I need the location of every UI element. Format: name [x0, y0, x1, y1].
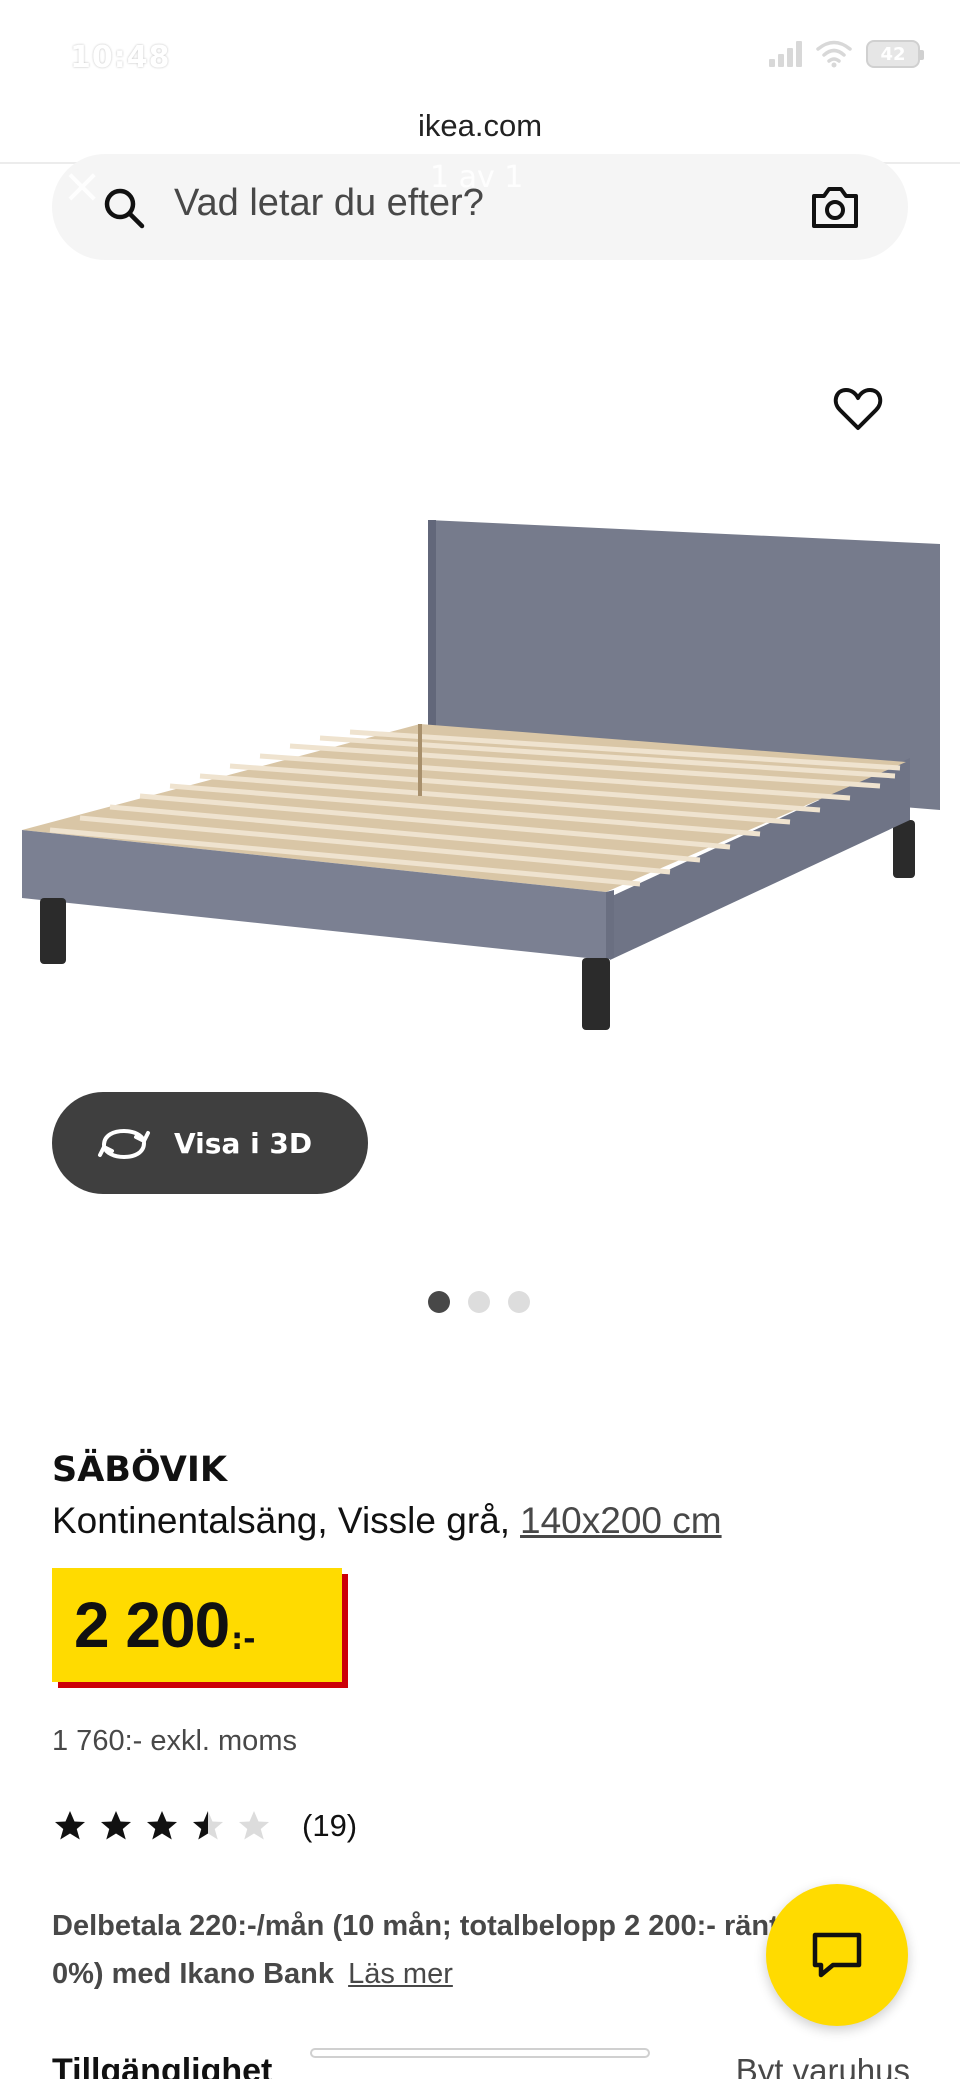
status-time: 10:48: [70, 40, 171, 75]
price-value: 2 200: [74, 1589, 230, 1661]
battery-icon: 42: [866, 40, 924, 68]
rating[interactable]: (19): [52, 1808, 357, 1844]
image-counter: 1 av 1: [430, 160, 524, 195]
view-3d-button[interactable]: Visa i 3D: [52, 1092, 368, 1194]
star-icon: [147, 1811, 177, 1840]
star-icon: [101, 1811, 131, 1840]
rating-count: (19): [302, 1808, 358, 1843]
product-name: SÄBÖVIK: [52, 1450, 228, 1490]
price-suffix: :-: [231, 1622, 256, 1657]
change-store-link[interactable]: Byt varuhus: [736, 2052, 910, 2079]
rotate-3d-icon: [98, 1128, 150, 1160]
read-more-link[interactable]: Läs mer: [348, 1958, 453, 1990]
carousel-dot-2[interactable]: [468, 1291, 490, 1313]
chat-button[interactable]: [766, 1884, 908, 2026]
star-half-icon: [193, 1811, 223, 1840]
financing-info: Delbetala 220:-/mån (10 mån; totalbelopp…: [52, 1902, 822, 1998]
signal-icon: [769, 41, 802, 67]
close-icon[interactable]: ×: [62, 158, 102, 214]
carousel-dot-3[interactable]: [508, 1291, 530, 1313]
view-3d-label: Visa i 3D: [174, 1126, 313, 1160]
star-empty-icon: [239, 1811, 269, 1840]
wifi-icon: [816, 40, 852, 68]
heart-icon[interactable]: [828, 378, 888, 438]
size-link[interactable]: 140x200 cm: [520, 1500, 722, 1541]
product-description-text: Kontinentalsäng, Vissle grå,: [52, 1500, 511, 1541]
status-icons: 42: [769, 40, 924, 68]
home-indicator: [310, 2048, 650, 2058]
price-tag: 2 200 :-: [52, 1568, 342, 1682]
chat-icon: [812, 1932, 862, 1978]
product-description: Kontinentalsäng, Vissle grå, 140x200 cm: [52, 1500, 722, 1542]
star-icon: [55, 1811, 85, 1840]
url-bar[interactable]: ikea.com: [0, 108, 960, 144]
availability-heading: Tillgänglighet: [52, 2052, 273, 2079]
carousel-dot-1[interactable]: [428, 1291, 450, 1313]
camera-icon[interactable]: [808, 180, 862, 234]
price-excl-vat: 1 760:- exkl. moms: [52, 1725, 297, 1757]
search-icon: [104, 188, 145, 229]
status-bar: 10:48 42: [0, 0, 960, 110]
carousel-dots: [428, 1291, 530, 1313]
product-image[interactable]: [0, 500, 960, 1060]
